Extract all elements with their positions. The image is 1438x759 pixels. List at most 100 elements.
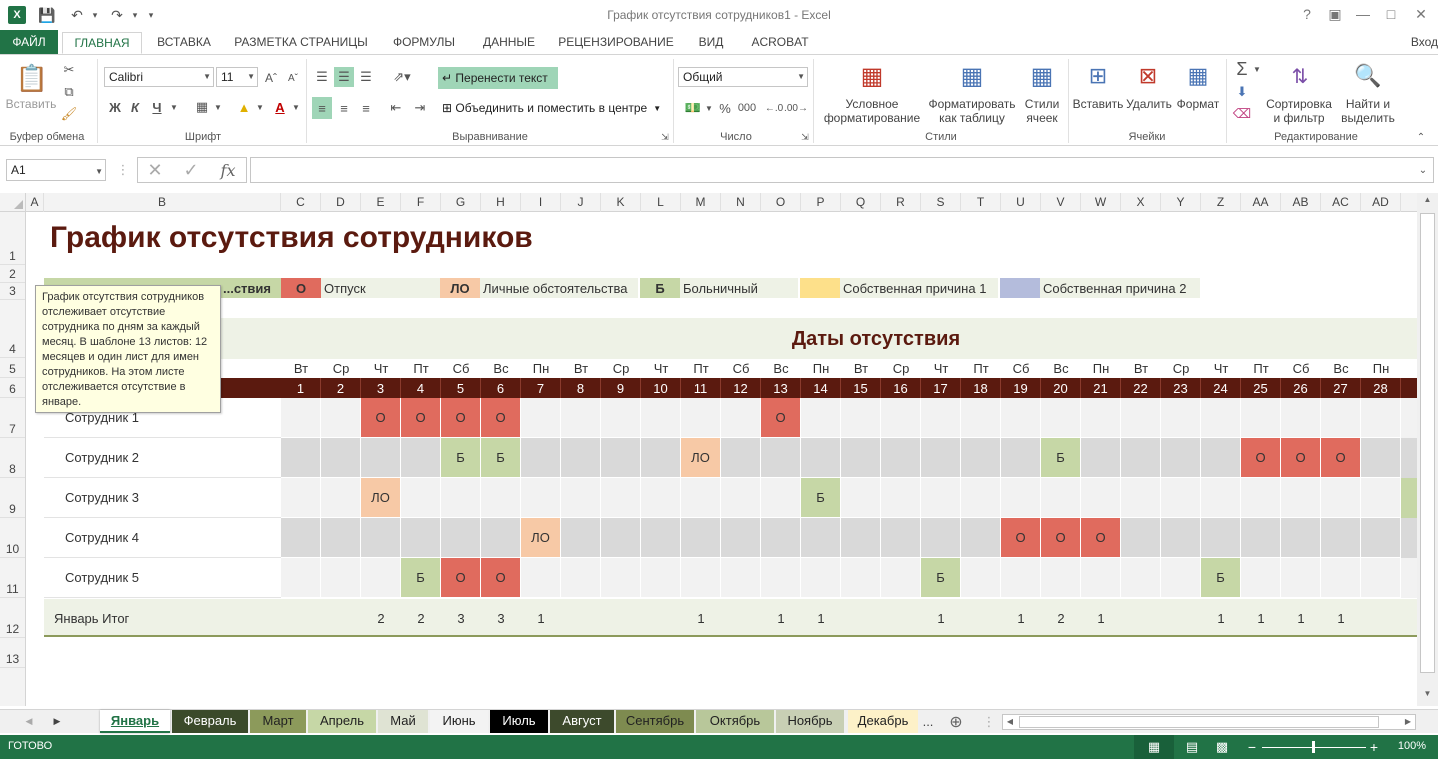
- column-header-AD[interactable]: AD: [1361, 193, 1401, 212]
- absence-cell[interactable]: [881, 438, 921, 478]
- column-header-X[interactable]: X: [1121, 193, 1161, 212]
- absence-cell[interactable]: [761, 478, 801, 518]
- column-header-F[interactable]: F: [401, 193, 441, 212]
- absence-cell[interactable]: [1361, 518, 1401, 558]
- insert-cells-button[interactable]: Вставить: [1070, 97, 1126, 111]
- absence-cell[interactable]: [881, 558, 921, 598]
- tab-splitter-icon[interactable]: ⋮: [983, 712, 996, 732]
- sheet-tab-2[interactable]: Февраль: [172, 710, 248, 733]
- row-header-12[interactable]: 12: [0, 598, 25, 638]
- zoom-out-icon[interactable]: −: [1246, 738, 1258, 756]
- absence-cell[interactable]: [321, 518, 361, 558]
- absence-cell[interactable]: О: [361, 398, 401, 438]
- absence-cell[interactable]: [561, 438, 601, 478]
- font-color-icon[interactable]: A: [270, 97, 290, 117]
- absence-cell[interactable]: О: [1001, 518, 1041, 558]
- tab-view[interactable]: ВИД: [688, 32, 734, 54]
- absence-cell[interactable]: [1321, 478, 1361, 518]
- font-size-combo[interactable]: 11 ▼: [216, 67, 258, 87]
- absence-cell[interactable]: [1281, 398, 1321, 438]
- absence-cell[interactable]: [1241, 558, 1281, 598]
- absence-cell[interactable]: [1201, 478, 1241, 518]
- column-header-L[interactable]: L: [641, 193, 681, 212]
- absence-cell[interactable]: [1121, 478, 1161, 518]
- absence-cell[interactable]: [1121, 518, 1161, 558]
- tab-home[interactable]: ГЛАВНАЯ: [62, 32, 142, 54]
- column-header-W[interactable]: W: [1081, 193, 1121, 212]
- align-center-icon[interactable]: ≡: [334, 97, 354, 119]
- absence-cell[interactable]: [521, 558, 561, 598]
- decrease-indent-icon[interactable]: ⇤: [386, 97, 406, 119]
- sheet-tab-8[interactable]: Август: [550, 710, 614, 733]
- absence-cell[interactable]: [441, 518, 481, 558]
- sheet-tab-1[interactable]: Январь: [100, 710, 170, 733]
- absence-cell[interactable]: [321, 558, 361, 598]
- alignment-launcher-icon[interactable]: ⇲: [660, 131, 670, 143]
- absence-cell[interactable]: [1121, 438, 1161, 478]
- absence-cell[interactable]: [1041, 478, 1081, 518]
- fill-color-icon[interactable]: ▲: [234, 97, 254, 117]
- absence-cell[interactable]: [481, 478, 521, 518]
- thousands-button[interactable]: 000: [736, 97, 758, 119]
- absence-cell[interactable]: [1361, 438, 1401, 478]
- absence-cell[interactable]: [1321, 558, 1361, 598]
- sort-filter-button[interactable]: Сортировка и фильтр: [1264, 97, 1334, 125]
- formula-input[interactable]: [250, 157, 1434, 183]
- scroll-right-icon[interactable]: ▶: [1401, 715, 1415, 729]
- absence-cell[interactable]: [1001, 478, 1041, 518]
- absence-cell[interactable]: [441, 478, 481, 518]
- absence-cell[interactable]: [641, 478, 681, 518]
- maximize-icon[interactable]: □: [1380, 6, 1402, 24]
- sheet-tab-10[interactable]: Октябрь: [696, 710, 774, 733]
- column-header-O[interactable]: O: [761, 193, 801, 212]
- column-header-J[interactable]: J: [561, 193, 601, 212]
- horizontal-scrollbar[interactable]: ◀ ▶: [1002, 714, 1416, 730]
- conditional-format-icon[interactable]: ▦: [856, 59, 888, 93]
- borders-icon[interactable]: ▦: [192, 97, 212, 117]
- tab-data[interactable]: ДАННЫЕ: [474, 32, 544, 54]
- absence-cell[interactable]: [321, 478, 361, 518]
- absence-cell[interactable]: [841, 398, 881, 438]
- conditional-format-button[interactable]: Условное форматирование: [816, 97, 928, 125]
- absence-cell[interactable]: [521, 478, 561, 518]
- absence-cell[interactable]: [1361, 478, 1401, 518]
- absence-cell[interactable]: [681, 398, 721, 438]
- bold-button[interactable]: Ж: [106, 97, 124, 117]
- column-header-E[interactable]: E: [361, 193, 401, 212]
- font-name-combo[interactable]: Calibri ▼: [104, 67, 214, 87]
- absence-cell[interactable]: [1161, 478, 1201, 518]
- absence-cell[interactable]: [601, 478, 641, 518]
- absence-cell[interactable]: [801, 518, 841, 558]
- absence-cell[interactable]: Б: [1041, 438, 1081, 478]
- absence-cell[interactable]: [1281, 478, 1321, 518]
- row-header-5[interactable]: 5: [0, 358, 25, 378]
- column-header-Q[interactable]: Q: [841, 193, 881, 212]
- absence-cell[interactable]: [321, 438, 361, 478]
- sheet-tab-7[interactable]: Июль: [490, 710, 548, 733]
- column-header-B[interactable]: B: [44, 193, 281, 212]
- tab-insert[interactable]: ВСТАВКА: [150, 32, 218, 54]
- absence-cell[interactable]: [881, 478, 921, 518]
- absence-cell[interactable]: [841, 558, 881, 598]
- absence-cell[interactable]: [561, 558, 601, 598]
- clear-icon[interactable]: ⌫: [1232, 105, 1252, 123]
- sheet-tab-5[interactable]: Май: [378, 710, 428, 733]
- column-header-P[interactable]: P: [801, 193, 841, 212]
- decrease-font-icon[interactable]: Aˇ: [284, 69, 302, 87]
- absence-cell[interactable]: [761, 518, 801, 558]
- tab-page-layout[interactable]: РАЗМЕТКА СТРАНИЦЫ: [226, 32, 376, 54]
- absence-cell[interactable]: [1001, 398, 1041, 438]
- sign-in-link[interactable]: Вход: [1400, 32, 1438, 54]
- row-header-1[interactable]: 1: [0, 212, 25, 265]
- absence-cell[interactable]: [1321, 518, 1361, 558]
- decrease-decimal-icon[interactable]: .00→: [784, 97, 808, 119]
- absence-cell[interactable]: [361, 558, 401, 598]
- insert-function-button[interactable]: fx: [214, 159, 242, 181]
- find-select-icon[interactable]: 🔍: [1352, 59, 1384, 93]
- absence-cell[interactable]: [1081, 438, 1121, 478]
- absence-cell[interactable]: [401, 438, 441, 478]
- absence-cell[interactable]: [841, 438, 881, 478]
- column-header-AB[interactable]: AB: [1281, 193, 1321, 212]
- more-sheets-button[interactable]: ...: [918, 712, 938, 730]
- absence-cell[interactable]: [401, 478, 441, 518]
